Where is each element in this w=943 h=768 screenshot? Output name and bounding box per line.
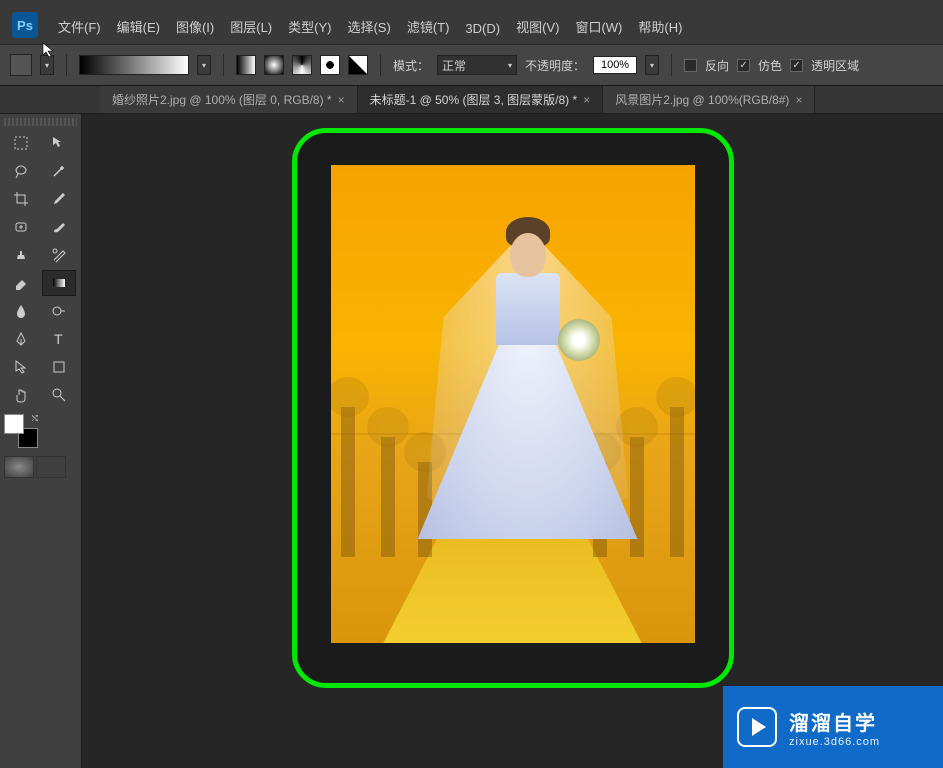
tool-preset-dropdown[interactable]: ▾ bbox=[40, 55, 54, 75]
mouse-cursor-icon bbox=[42, 42, 58, 58]
app-logo: Ps bbox=[12, 12, 38, 38]
opacity-label: 不透明度： bbox=[525, 57, 585, 74]
eyedropper-tool[interactable] bbox=[42, 186, 76, 212]
menu-3d[interactable]: 3D(D) bbox=[459, 17, 506, 40]
gradient-tool[interactable] bbox=[42, 270, 76, 296]
play-icon bbox=[737, 707, 777, 747]
menu-bar: Ps 文件(F) 编辑(E) 图像(I) 图层(L) 类型(Y) 选择(S) 滤… bbox=[0, 0, 943, 44]
menu-window[interactable]: 窗口(W) bbox=[569, 13, 628, 40]
magic-wand-tool[interactable] bbox=[42, 158, 76, 184]
color-swatches[interactable]: ⤭ bbox=[4, 414, 38, 448]
move-tool[interactable] bbox=[42, 130, 76, 156]
watermark-badge: 溜溜自学 zixue.3d66.com bbox=[723, 686, 943, 768]
tab-document-1[interactable]: 婚纱照片2.jpg @ 100% (图层 0, RGB/8) * × bbox=[100, 86, 358, 113]
gradient-preview[interactable] bbox=[79, 55, 189, 75]
close-icon[interactable]: × bbox=[795, 93, 802, 107]
tab-label: 风景图片2.jpg @ 100%(RGB/8#) bbox=[615, 91, 789, 108]
pen-tool[interactable] bbox=[4, 326, 38, 352]
close-icon[interactable]: × bbox=[583, 93, 590, 107]
scene-tree bbox=[670, 407, 684, 557]
menu-image[interactable]: 图像(I) bbox=[170, 13, 220, 40]
bride-bodice bbox=[496, 273, 560, 345]
gradient-angle-button[interactable] bbox=[292, 55, 312, 75]
screen-mode-button[interactable] bbox=[36, 456, 66, 478]
transparency-checkbox[interactable]: ✓ bbox=[790, 59, 803, 72]
tool-preset-icon[interactable] bbox=[10, 54, 32, 76]
svg-text:T: T bbox=[54, 331, 63, 347]
foreground-color-swatch[interactable] bbox=[4, 414, 24, 434]
separator bbox=[380, 54, 381, 76]
canvas-area[interactable] bbox=[82, 114, 943, 768]
hand-tool[interactable] bbox=[4, 382, 38, 408]
gradient-diamond-button[interactable] bbox=[348, 55, 368, 75]
quick-mask-button[interactable] bbox=[4, 456, 34, 478]
history-brush-tool[interactable] bbox=[42, 242, 76, 268]
tab-label: 婚纱照片2.jpg @ 100% (图层 0, RGB/8) * bbox=[112, 91, 332, 108]
annotation-highlight-frame bbox=[292, 128, 734, 688]
crop-tool[interactable] bbox=[4, 186, 38, 212]
eraser-tool[interactable] bbox=[4, 270, 38, 296]
mode-label: 模式： bbox=[393, 57, 429, 74]
shape-tool[interactable] bbox=[42, 354, 76, 380]
dodge-tool[interactable] bbox=[42, 298, 76, 324]
transparency-label: 透明区域 bbox=[811, 57, 859, 74]
options-bar: ▾ ▾ 模式： 正常▾ 不透明度： ▾ 反向 ✓ 仿色 ✓ 透明区域 bbox=[0, 44, 943, 86]
separator bbox=[66, 54, 67, 76]
menu-filter[interactable]: 滤镜(T) bbox=[401, 13, 456, 40]
tab-label: 未标题-1 @ 50% (图层 3, 图层蒙版/8) * bbox=[370, 91, 578, 108]
main-area: T ⤭ bbox=[0, 114, 943, 768]
tab-document-2[interactable]: 未标题-1 @ 50% (图层 3, 图层蒙版/8) * × bbox=[358, 86, 604, 113]
bride-figure bbox=[403, 203, 653, 533]
dither-label: 仿色 bbox=[758, 57, 782, 74]
blur-tool[interactable] bbox=[4, 298, 38, 324]
brush-tool[interactable] bbox=[42, 214, 76, 240]
document-tabs: 婚纱照片2.jpg @ 100% (图层 0, RGB/8) * × 未标题-1… bbox=[0, 86, 943, 114]
separator bbox=[671, 54, 672, 76]
reverse-checkbox[interactable] bbox=[684, 59, 697, 72]
close-icon[interactable]: × bbox=[338, 93, 345, 107]
menu-type[interactable]: 类型(Y) bbox=[282, 13, 337, 40]
reverse-label: 反向 bbox=[705, 57, 729, 74]
bride-bouquet bbox=[558, 319, 600, 361]
gradient-radial-button[interactable] bbox=[264, 55, 284, 75]
type-tool[interactable]: T bbox=[42, 326, 76, 352]
menu-layer[interactable]: 图层(L) bbox=[224, 13, 278, 40]
zoom-tool[interactable] bbox=[42, 382, 76, 408]
dither-checkbox[interactable]: ✓ bbox=[737, 59, 750, 72]
mode-value: 正常 bbox=[442, 57, 466, 74]
healing-brush-tool[interactable] bbox=[4, 214, 38, 240]
toolbox-grip[interactable] bbox=[4, 118, 77, 126]
menu-help[interactable]: 帮助(H) bbox=[632, 13, 688, 40]
tab-document-3[interactable]: 风景图片2.jpg @ 100%(RGB/8#) × bbox=[603, 86, 815, 113]
bride-head bbox=[510, 233, 546, 277]
gradient-picker-dropdown[interactable]: ▾ bbox=[197, 55, 211, 75]
document-canvas[interactable] bbox=[331, 165, 695, 643]
menu-view[interactable]: 视图(V) bbox=[510, 13, 565, 40]
mode-select[interactable]: 正常▾ bbox=[437, 55, 517, 75]
separator bbox=[223, 54, 224, 76]
clone-stamp-tool[interactable] bbox=[4, 242, 38, 268]
toolbox: T ⤭ bbox=[0, 114, 82, 768]
scene-tree bbox=[381, 437, 395, 557]
watermark-title: 溜溜自学 bbox=[789, 707, 880, 736]
path-selection-tool[interactable] bbox=[4, 354, 38, 380]
gradient-reflected-button[interactable] bbox=[320, 55, 340, 75]
menu-edit[interactable]: 编辑(E) bbox=[111, 13, 166, 40]
gradient-linear-button[interactable] bbox=[236, 55, 256, 75]
menu-file[interactable]: 文件(F) bbox=[52, 13, 107, 40]
marquee-tool[interactable] bbox=[4, 130, 38, 156]
scene-tree bbox=[341, 407, 355, 557]
opacity-input[interactable] bbox=[593, 56, 637, 74]
lasso-tool[interactable] bbox=[4, 158, 38, 184]
swap-colors-icon[interactable]: ⤭ bbox=[32, 414, 38, 424]
menu-select[interactable]: 选择(S) bbox=[341, 13, 396, 40]
opacity-dropdown[interactable]: ▾ bbox=[645, 55, 659, 75]
watermark-url: zixue.3d66.com bbox=[789, 736, 880, 748]
